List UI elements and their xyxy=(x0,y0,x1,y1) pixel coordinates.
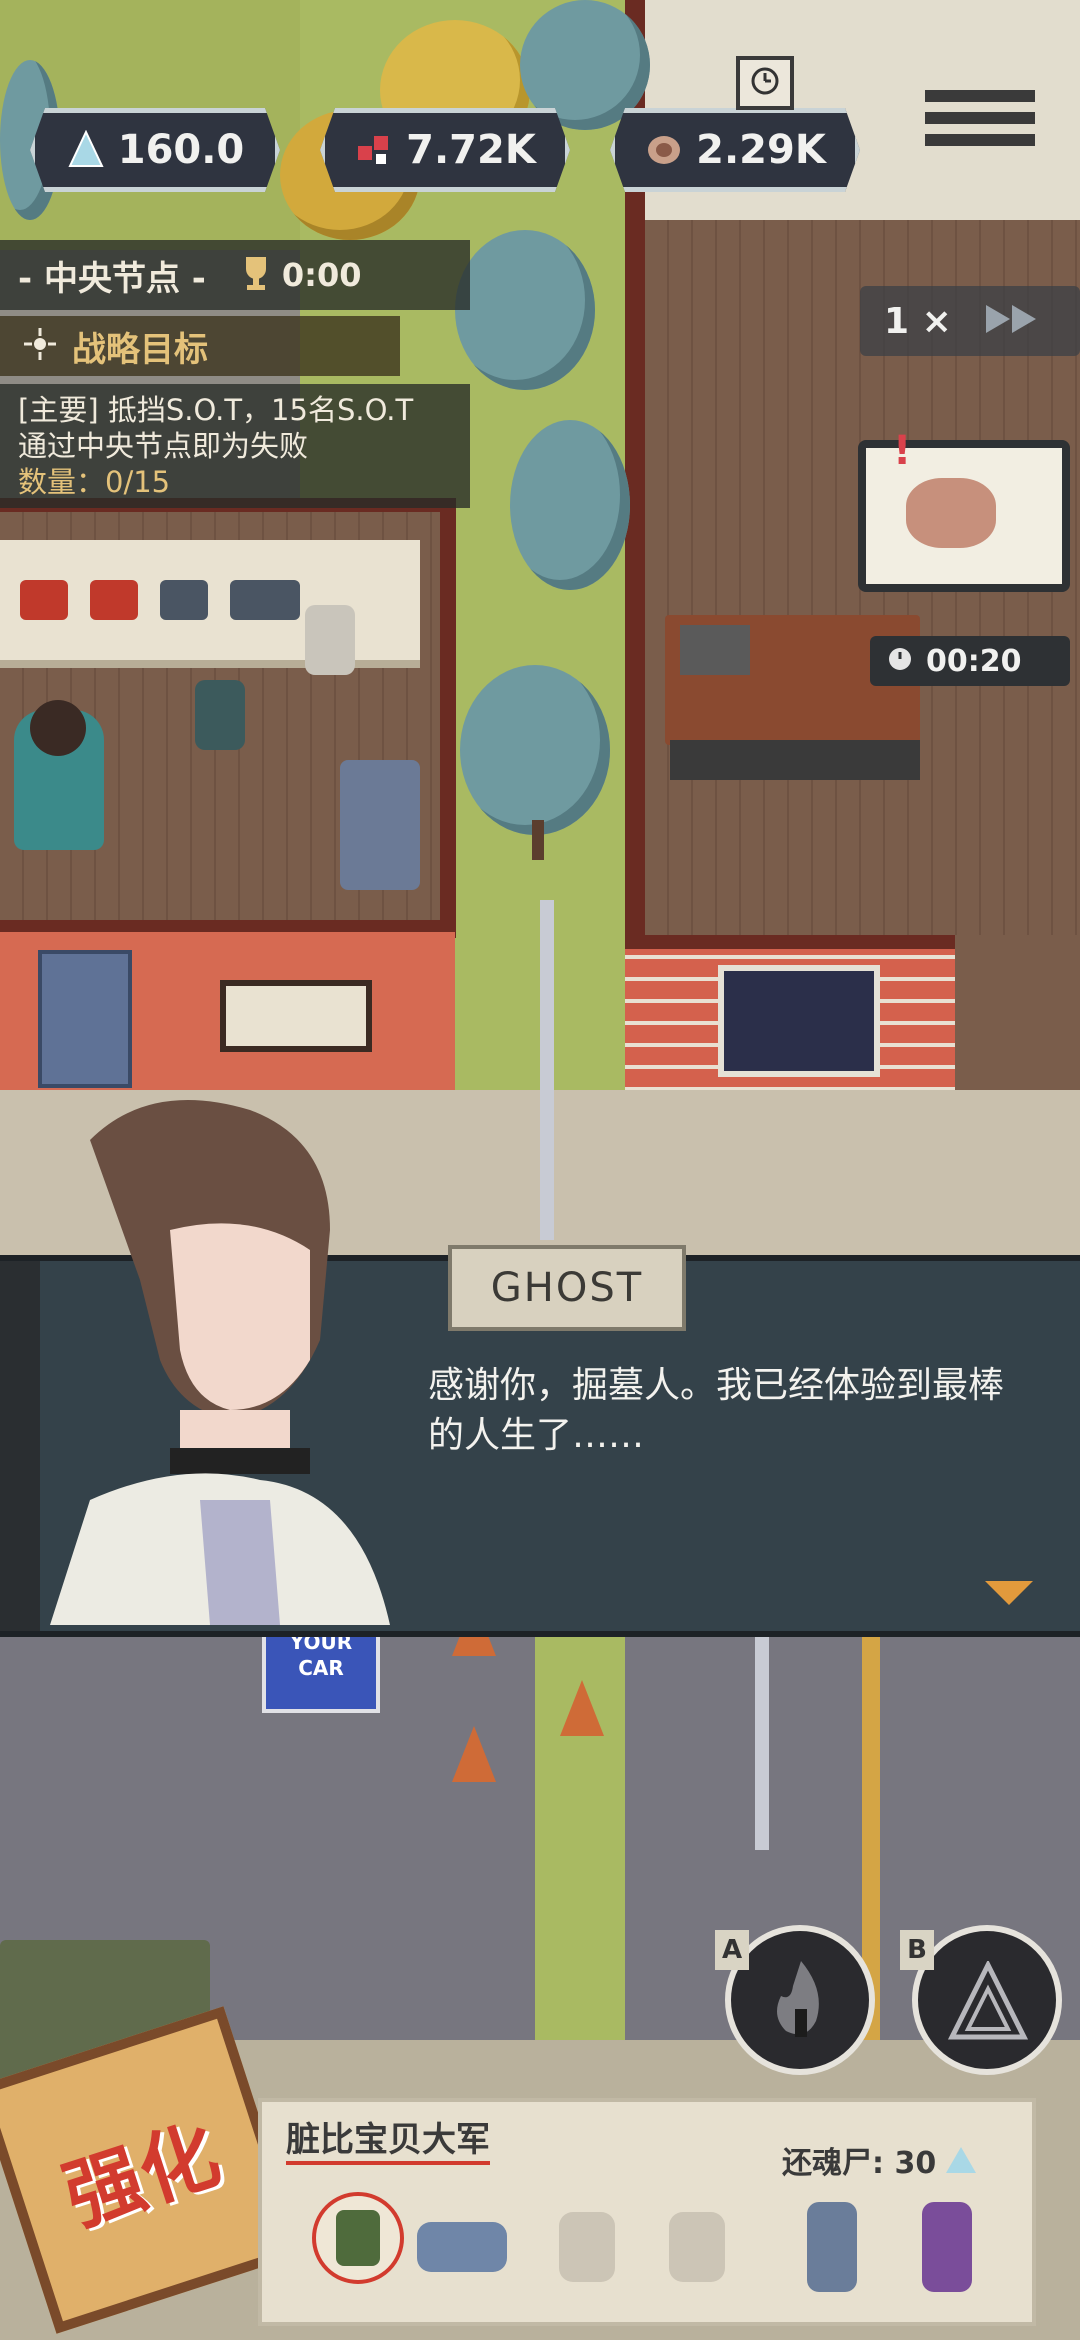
menu-icon xyxy=(925,90,1035,146)
squad-slot-locked[interactable] xyxy=(652,2192,742,2302)
crystal-value: 160.0 xyxy=(117,127,245,173)
tree xyxy=(460,665,610,835)
squad-slot-locked[interactable] xyxy=(542,2192,632,2302)
crystal-icon xyxy=(946,2147,977,2173)
your-car-sign: YOUR CAR xyxy=(262,1625,380,1713)
fast-forward-icon[interactable] xyxy=(982,301,1042,341)
unit-locked xyxy=(669,2212,725,2282)
tree xyxy=(510,420,630,590)
microwave xyxy=(680,625,750,675)
meat-value: 2.29K xyxy=(696,127,826,173)
npc-small[interactable] xyxy=(305,605,355,675)
upgrade-label: 强化 xyxy=(54,2109,231,2244)
node-timer: 0:00 xyxy=(281,256,362,294)
objective-text: [主要] 抵挡S.O.T，15名S.O.T 通过中央节点即为失败 数量：0/15 xyxy=(0,384,470,508)
crystal-counter: 160.0 xyxy=(30,108,280,192)
sign-line2: CAR xyxy=(298,1656,344,1680)
meat-dish-icon xyxy=(906,478,996,548)
target-icon xyxy=(22,326,58,366)
skill-b-tag: B xyxy=(900,1930,934,1970)
blood-drop-icon xyxy=(354,130,394,170)
shelf-item xyxy=(230,580,300,620)
shelf-item xyxy=(90,580,138,620)
objective-count: 数量：0/15 xyxy=(18,465,171,499)
menu-button[interactable] xyxy=(925,80,1035,180)
node-header: - 中央节点 - 0:00 xyxy=(0,240,470,310)
traffic-cone xyxy=(560,1680,604,1736)
pyramid-skill-icon xyxy=(947,1959,1029,2045)
revive-counter: 还魂尸: 30 xyxy=(782,2138,978,2182)
brick-window xyxy=(718,965,880,1077)
squad-slot-mummy[interactable] xyxy=(902,2192,992,2302)
left-building-wall-r xyxy=(440,498,456,938)
tree-trunk xyxy=(532,820,544,860)
revive-label: 还魂尸: 30 xyxy=(782,2146,937,2181)
crystal-icon xyxy=(66,129,106,170)
floor-extension xyxy=(955,935,1080,1095)
speaker-portrait xyxy=(30,1080,420,1625)
menu-icon-line xyxy=(925,134,1035,146)
strategy-label: 战略目标 xyxy=(72,329,208,370)
squad-slot-dog[interactable] xyxy=(417,2192,507,2302)
door[interactable] xyxy=(38,950,132,1088)
dialog-line1: 感谢你，掘墓人。我已经体验到最棒 xyxy=(428,1365,1005,1406)
shop-window xyxy=(220,980,372,1052)
menu-icon-line xyxy=(925,90,1035,102)
squad-slot-selected[interactable] xyxy=(312,2192,404,2284)
objective-line2: 通过中央节点即为失败 xyxy=(18,429,309,463)
fire-skill-icon xyxy=(771,1961,831,2045)
npc-head xyxy=(30,700,86,756)
squad-title: 脏比宝贝大军 xyxy=(286,2112,490,2165)
unit-zombie xyxy=(336,2210,380,2266)
squad-slot-ghoul[interactable] xyxy=(787,2192,877,2302)
trophy-icon xyxy=(236,253,276,297)
clock-button[interactable] xyxy=(736,56,794,110)
npc-small[interactable] xyxy=(195,680,245,750)
lamp-post xyxy=(755,1620,769,1850)
dialog-next-icon[interactable] xyxy=(985,1581,1033,1605)
menu-icon-line xyxy=(925,112,1035,124)
cooking-timer: 00:20 xyxy=(870,636,1070,686)
traffic-cone xyxy=(452,1726,496,1782)
blood-value: 7.72K xyxy=(406,127,536,173)
skill-b-button[interactable] xyxy=(912,1925,1062,2075)
speaker-name: GHOST xyxy=(490,1265,644,1311)
unit-mummy xyxy=(922,2202,972,2292)
squad-panel: 脏比宝贝大军 还魂尸: 30 xyxy=(258,2098,1036,2326)
unit-dog xyxy=(417,2222,507,2272)
speed-label: 1 × xyxy=(884,300,952,342)
objective-line1: [主要] 抵挡S.O.T，15名S.O.T xyxy=(18,393,414,427)
shelf-item xyxy=(160,580,208,620)
speaker-nameplate: GHOST xyxy=(448,1245,686,1331)
strategy-header[interactable]: 战略目标 xyxy=(0,316,400,376)
speed-control[interactable]: 1 × xyxy=(860,286,1080,356)
dialog-line2: 的人生了…… xyxy=(428,1415,645,1456)
clock-icon xyxy=(750,66,780,100)
meat-counter: 2.29K xyxy=(610,108,860,192)
dialog-text: 感谢你，掘墓人。我已经体验到最棒 的人生了…… xyxy=(428,1361,1068,1461)
stove xyxy=(670,740,920,780)
unit-locked xyxy=(559,2212,615,2282)
unit-ghoul xyxy=(807,2202,857,2292)
node-name: - 中央节点 - xyxy=(18,258,206,299)
cooking-alert: ! xyxy=(893,428,912,474)
lamp-post xyxy=(540,900,554,1240)
timer-icon xyxy=(886,645,914,677)
blood-counter: 7.72K xyxy=(320,108,570,192)
tree xyxy=(455,230,595,390)
sofa xyxy=(340,760,420,890)
shelf-item xyxy=(20,580,68,620)
meat-icon xyxy=(644,130,684,170)
cooking-timer-value: 00:20 xyxy=(926,643,1022,679)
skill-a-tag: A xyxy=(715,1930,749,1970)
cooking-popup[interactable] xyxy=(858,440,1070,592)
